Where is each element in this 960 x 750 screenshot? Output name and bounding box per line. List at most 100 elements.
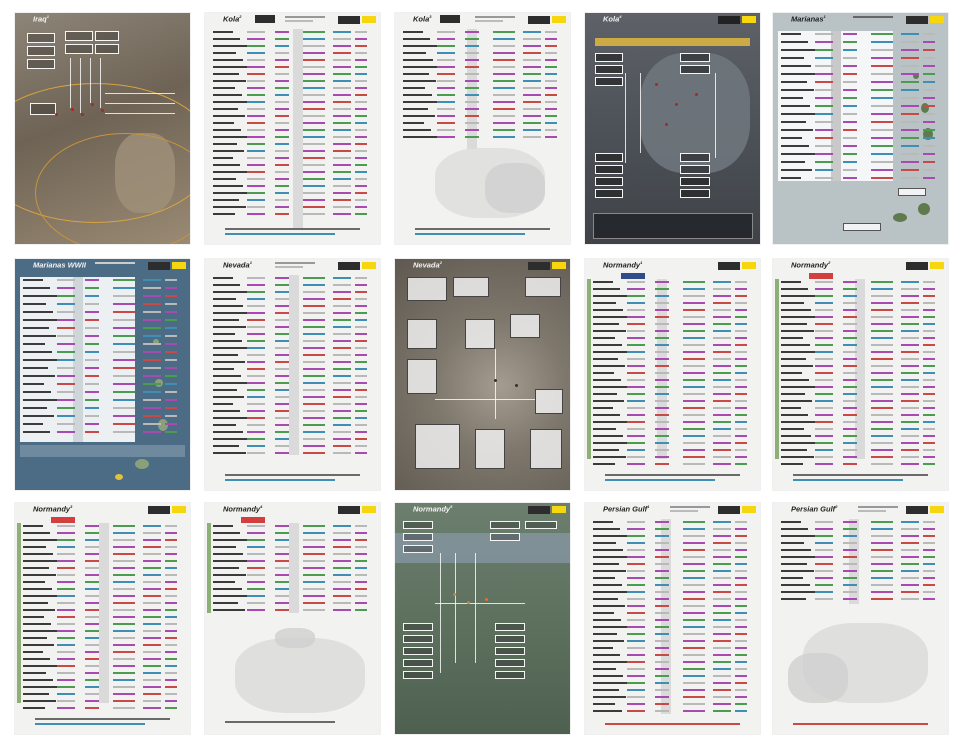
table-cell [735,358,747,360]
table-cell [683,302,705,304]
table-cell [683,605,705,607]
table-cell [247,574,265,576]
table-cell [901,89,919,91]
page-persian-gulf-1[interactable]: Persian Gulf1 [585,503,760,734]
table-cell [57,567,75,569]
page-normandy-1[interactable]: Normandy1 [585,259,760,490]
page-normandy-5[interactable]: Normandy5 [395,503,570,734]
table-cell [923,89,935,91]
table-cell [437,45,455,47]
table-cell [843,97,857,99]
table-cell [303,80,325,82]
table-row [593,598,618,600]
table-cell [165,609,177,611]
table-cell [627,521,645,523]
page-kola-4[interactable]: Kola4 [585,13,760,244]
table-cell [815,81,833,83]
table-cell [871,535,893,537]
table-cell [333,199,351,201]
table-cell [901,137,919,139]
table-cell [303,284,325,286]
table-cell [871,177,893,179]
table-cell [247,403,265,405]
table-cell [333,171,351,173]
table-cell [655,372,669,374]
table-row [23,567,49,569]
table-cell [627,344,645,346]
page-title: Normandy1 [603,260,643,270]
table-cell [247,588,265,590]
page-persian-gulf-2[interactable]: Persian Gulf2 [773,503,948,734]
table-cell [275,595,289,597]
table-cell [923,137,935,139]
table-row [403,101,439,103]
table-row [23,407,47,409]
table-cell [683,463,705,465]
table-cell [843,393,857,395]
table-cell [143,637,161,639]
table-cell [843,113,857,115]
table-cell [683,633,705,635]
table-cell [355,588,367,590]
table-cell [901,49,919,51]
table-cell [275,171,289,173]
page-normandy-2[interactable]: Normandy2 [773,259,948,490]
table-cell [275,382,289,384]
table-cell [333,424,351,426]
table-cell [815,372,833,374]
table-cell [843,177,857,179]
table-cell [303,438,325,440]
page-normandy-4[interactable]: Normandy4 [205,503,380,734]
table-cell [815,535,833,537]
table-cell [303,164,325,166]
table-cell [843,577,857,579]
table-cell [165,539,177,541]
table-cell [815,393,833,395]
table-cell [843,330,857,332]
table-cell [333,553,351,555]
page-kola-2[interactable]: Kola2 [205,13,380,244]
table-cell [247,382,265,384]
table-row [781,65,811,67]
page-nevada-2[interactable]: Nevada2 [395,259,570,490]
table-cell [275,291,289,293]
page-kola-3[interactable]: Kola3 [395,13,570,244]
table-cell [815,570,833,572]
table-cell [713,407,731,409]
table-cell [871,386,893,388]
table-cell [355,59,367,61]
table-cell [735,456,747,458]
table-cell [923,105,935,107]
table-cell [871,435,893,437]
table-cell [627,654,645,656]
table-row [593,295,627,297]
page-iraq-1[interactable]: Iraq1 [15,13,190,244]
table-cell [275,157,289,159]
table-row [781,463,803,465]
table-cell [333,80,351,82]
page-marianas-1[interactable]: Marianas1 [773,13,948,244]
table-cell [165,644,177,646]
page-nevada-1[interactable]: Nevada1 [205,259,380,490]
table-row [403,136,438,138]
table-row [781,528,808,530]
table-cell [57,658,75,660]
table-cell [923,281,935,283]
table-cell [493,38,515,40]
table-cell [683,661,705,663]
table-cell [355,410,367,412]
table-cell [683,365,705,367]
table-cell [355,136,367,138]
table-cell [901,177,919,179]
page-normandy-3[interactable]: Normandy3 [15,503,190,734]
table-row [213,291,247,293]
page-marianas-wwii[interactable]: Marianas WWII [15,259,190,490]
table-cell [713,330,731,332]
table-cell [465,115,479,117]
table-cell [713,682,731,684]
table-cell [901,407,919,409]
table-cell [465,101,479,103]
table-cell [871,591,893,593]
table-cell [683,612,705,614]
page-header: Persian Gulf1 [585,503,760,517]
